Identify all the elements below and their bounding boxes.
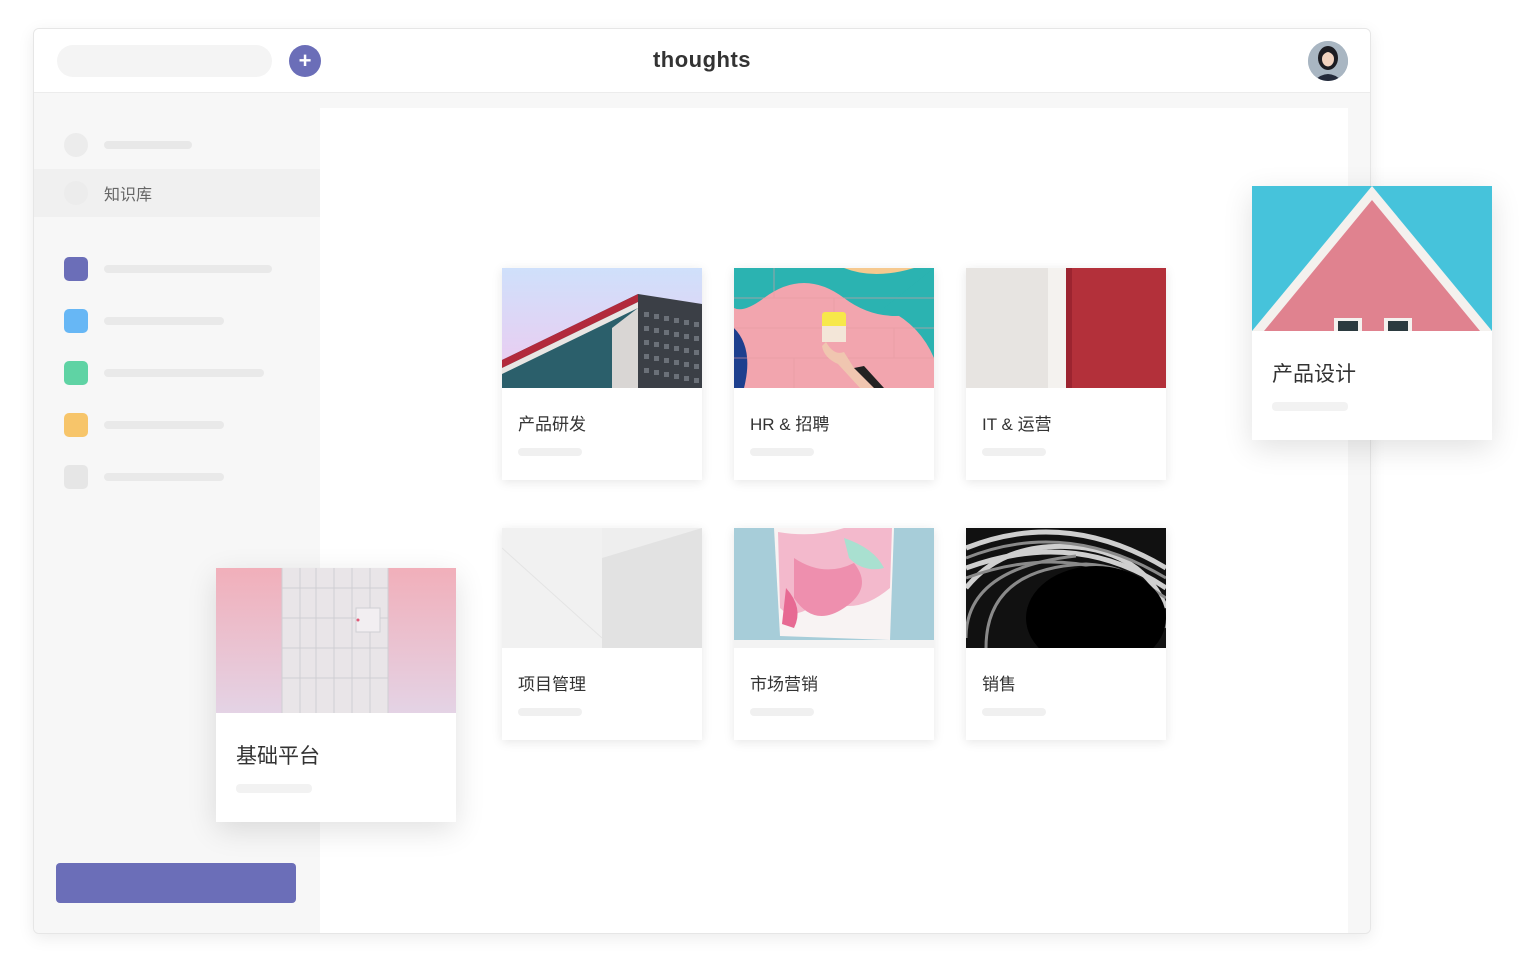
card-placeholder-line xyxy=(1272,402,1348,411)
space-placeholder-line xyxy=(104,421,224,429)
header: + thoughts xyxy=(34,29,1370,93)
card-title: 产品研发 xyxy=(518,415,586,434)
main-content: 产品研发 HR & 招聘 IT & 运营 项目管理 市场营销 销售 xyxy=(320,108,1348,933)
primary-action-button[interactable] xyxy=(56,863,296,903)
avatar-image xyxy=(1308,41,1348,81)
card-image xyxy=(1252,186,1492,331)
space-card[interactable]: 销售 xyxy=(966,528,1166,740)
space-color-icon xyxy=(64,465,88,489)
space-color-icon xyxy=(64,361,88,385)
space-card[interactable]: HR & 招聘 xyxy=(734,268,934,480)
card-title: 产品设计 xyxy=(1272,363,1356,386)
card-image xyxy=(502,268,702,388)
nav-circle-icon xyxy=(64,133,88,157)
sidebar-space-item[interactable] xyxy=(34,295,320,347)
card-placeholder-line xyxy=(236,784,312,793)
sidebar-space-item[interactable] xyxy=(34,399,320,451)
card-image xyxy=(216,568,456,713)
card-title: HR & 招聘 xyxy=(750,415,830,434)
card-placeholder-line xyxy=(518,448,582,456)
nav-placeholder-line xyxy=(104,141,192,149)
avatar[interactable] xyxy=(1308,41,1348,81)
space-card[interactable]: 市场营销 xyxy=(734,528,934,740)
card-image xyxy=(734,528,934,648)
floating-space-card[interactable]: 产品设计 xyxy=(1252,186,1492,440)
card-placeholder-line xyxy=(982,448,1046,456)
space-card[interactable]: 项目管理 xyxy=(502,528,702,740)
space-color-icon xyxy=(64,257,88,281)
space-placeholder-line xyxy=(104,473,224,481)
nav-circle-icon xyxy=(64,181,88,205)
sidebar-item-home[interactable] xyxy=(34,121,320,169)
space-color-icon xyxy=(64,413,88,437)
card-title: IT & 运营 xyxy=(982,415,1052,434)
card-title: 项目管理 xyxy=(518,675,586,694)
sidebar-space-item[interactable] xyxy=(34,451,320,503)
app-title: thoughts xyxy=(652,47,752,72)
card-image xyxy=(502,528,702,648)
card-image xyxy=(966,268,1166,388)
card-title: 销售 xyxy=(982,675,1016,694)
card-image xyxy=(734,268,934,388)
space-placeholder-line xyxy=(104,317,224,325)
space-card[interactable]: IT & 运营 xyxy=(966,268,1166,480)
space-color-icon xyxy=(64,309,88,333)
card-placeholder-line xyxy=(750,448,814,456)
card-placeholder-line xyxy=(750,708,814,716)
card-image xyxy=(966,528,1166,648)
sidebar-space-item[interactable] xyxy=(34,347,320,399)
card-title: 市场营销 xyxy=(750,675,818,694)
sidebar-item-knowledge-base[interactable]: 知识库 xyxy=(34,169,320,217)
card-placeholder-line xyxy=(518,708,582,716)
sidebar-item-label: 知识库 xyxy=(104,187,153,204)
floating-space-card[interactable]: 基础平台 xyxy=(216,568,456,822)
space-placeholder-line xyxy=(104,265,272,273)
space-placeholder-line xyxy=(104,369,264,377)
card-placeholder-line xyxy=(982,708,1046,716)
main-top-gutter xyxy=(320,93,1370,108)
sidebar-space-item[interactable] xyxy=(34,243,320,295)
space-card[interactable]: 产品研发 xyxy=(502,268,702,480)
card-title: 基础平台 xyxy=(236,745,320,768)
